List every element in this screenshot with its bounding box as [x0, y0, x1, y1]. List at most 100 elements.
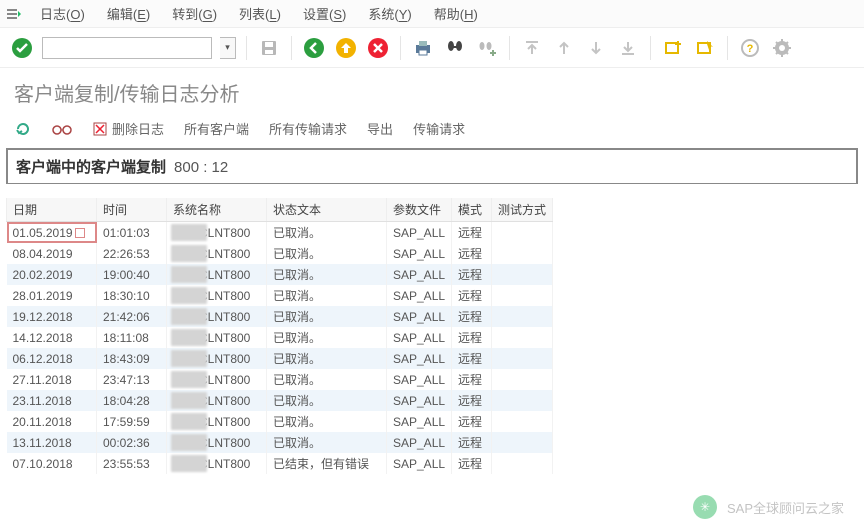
- cell-sysname: CLNT800: [167, 243, 267, 264]
- save-icon[interactable]: [257, 36, 281, 60]
- main-toolbar: ▾ ?: [0, 28, 864, 68]
- cell-date: 06.12.2018: [7, 348, 97, 369]
- cell-date: 20.11.2018: [7, 411, 97, 432]
- cell-test: [492, 348, 553, 369]
- command-history-dropdown[interactable]: ▾: [220, 37, 236, 59]
- cell-mode: 远程: [452, 327, 492, 348]
- cell-mode: 远程: [452, 390, 492, 411]
- print-icon[interactable]: [411, 36, 435, 60]
- glasses-button[interactable]: [52, 121, 72, 137]
- cell-status: 已结束，但有错误: [267, 453, 387, 474]
- refresh-button[interactable]: [14, 120, 32, 138]
- table-row[interactable]: 14.12.201818:11:08CLNT800已取消。SAP_ALL远程: [7, 327, 553, 348]
- export-button[interactable]: 导出: [367, 119, 393, 138]
- cell-date: 23.11.2018: [7, 390, 97, 411]
- col-sysname[interactable]: 系统名称: [167, 198, 267, 222]
- cell-sysname: CLNT800: [167, 285, 267, 306]
- menu-help[interactable]: 帮助(H): [430, 2, 482, 25]
- delete-log-button[interactable]: 删除日志: [92, 119, 164, 138]
- session-menu-icon[interactable]: [6, 6, 22, 22]
- menu-system[interactable]: 系统(Y): [364, 2, 415, 25]
- col-test[interactable]: 测试方式: [492, 198, 553, 222]
- cell-profile: SAP_ALL: [387, 411, 452, 432]
- cell-time: 00:02:36: [97, 432, 167, 453]
- separator: [509, 36, 510, 60]
- cell-test: [492, 306, 553, 327]
- cancel-icon[interactable]: [366, 36, 390, 60]
- enter-icon[interactable]: [10, 36, 34, 60]
- find-next-icon[interactable]: [475, 36, 499, 60]
- cell-date: 28.01.2019: [7, 285, 97, 306]
- table-row[interactable]: 07.10.201823:55:53CLNT800已结束，但有错误SAP_ALL…: [7, 453, 553, 474]
- table-row[interactable]: 19.12.201821:42:06CLNT800已取消。SAP_ALL远程: [7, 306, 553, 327]
- table-row[interactable]: 06.12.201818:43:09CLNT800已取消。SAP_ALL远程: [7, 348, 553, 369]
- cell-sysname: CLNT800: [167, 432, 267, 453]
- col-profile[interactable]: 参数文件: [387, 198, 452, 222]
- menu-list[interactable]: 列表(L): [235, 2, 285, 25]
- cell-profile: SAP_ALL: [387, 390, 452, 411]
- table-row[interactable]: 23.11.201818:04:28CLNT800已取消。SAP_ALL远程: [7, 390, 553, 411]
- table-row[interactable]: 01.05.201901:01:03CLNT800已取消。SAP_ALL远程: [7, 222, 553, 244]
- cell-profile: SAP_ALL: [387, 264, 452, 285]
- all-transports-button[interactable]: 所有传输请求: [269, 119, 347, 138]
- cell-status: 已取消。: [267, 348, 387, 369]
- new-session-icon[interactable]: [661, 36, 685, 60]
- all-clients-button[interactable]: 所有客户端: [184, 119, 249, 138]
- separator: [727, 36, 728, 60]
- cell-mode: 远程: [452, 243, 492, 264]
- cell-sysname: CLNT800: [167, 390, 267, 411]
- cell-test: [492, 369, 553, 390]
- cell-test: [492, 390, 553, 411]
- command-field[interactable]: [42, 37, 212, 59]
- prev-page-icon[interactable]: [552, 36, 576, 60]
- cell-time: 17:59:59: [97, 411, 167, 432]
- col-time[interactable]: 时间: [97, 198, 167, 222]
- cell-date: 14.12.2018: [7, 327, 97, 348]
- section-title: 客户端中的客户端复制: [16, 156, 166, 177]
- col-mode[interactable]: 模式: [452, 198, 492, 222]
- cell-sysname: CLNT800: [167, 348, 267, 369]
- cell-sysname: CLNT800: [167, 369, 267, 390]
- first-page-icon[interactable]: [520, 36, 544, 60]
- table-row[interactable]: 13.11.201800:02:36CLNT800已取消。SAP_ALL远程: [7, 432, 553, 453]
- separator: [246, 36, 247, 60]
- shortcut-icon[interactable]: [693, 36, 717, 60]
- app-toolbar: 删除日志 所有客户端 所有传输请求 导出 传输请求: [0, 115, 864, 148]
- table-row[interactable]: 08.04.201922:26:53CLNT800已取消。SAP_ALL远程: [7, 243, 553, 264]
- next-page-icon[interactable]: [584, 36, 608, 60]
- cell-mode: 远程: [452, 222, 492, 244]
- col-date[interactable]: 日期: [7, 198, 97, 222]
- section-header: 客户端中的客户端复制 800 : 12: [6, 148, 858, 184]
- cell-mode: 远程: [452, 306, 492, 327]
- table-row[interactable]: 20.02.201919:00:40CLNT800已取消。SAP_ALL远程: [7, 264, 553, 285]
- table-row[interactable]: 28.01.201918:30:10CLNT800已取消。SAP_ALL远程: [7, 285, 553, 306]
- cell-time: 19:00:40: [97, 264, 167, 285]
- cell-profile: SAP_ALL: [387, 453, 452, 474]
- menu-goto[interactable]: 转到(G): [168, 2, 221, 25]
- cell-test: [492, 327, 553, 348]
- menu-settings[interactable]: 设置(S): [299, 2, 350, 25]
- cell-test: [492, 411, 553, 432]
- menu-log[interactable]: 日志(O): [36, 2, 89, 25]
- transports-button[interactable]: 传输请求: [413, 119, 465, 138]
- cell-date: 19.12.2018: [7, 306, 97, 327]
- cell-status: 已取消。: [267, 222, 387, 244]
- exit-icon[interactable]: [334, 36, 358, 60]
- find-icon[interactable]: [443, 36, 467, 60]
- cell-mode: 远程: [452, 285, 492, 306]
- table-row[interactable]: 27.11.201823:47:13CLNT800已取消。SAP_ALL远程: [7, 369, 553, 390]
- table-row[interactable]: 20.11.201817:59:59CLNT800已取消。SAP_ALL远程: [7, 411, 553, 432]
- cell-test: [492, 285, 553, 306]
- customize-icon[interactable]: [770, 36, 794, 60]
- cell-time: 23:55:53: [97, 453, 167, 474]
- col-status[interactable]: 状态文本: [267, 198, 387, 222]
- last-page-icon[interactable]: [616, 36, 640, 60]
- cell-date: 08.04.2019: [7, 243, 97, 264]
- cell-time: 18:11:08: [97, 327, 167, 348]
- cell-status: 已取消。: [267, 411, 387, 432]
- menu-bar: 日志(O) 编辑(E) 转到(G) 列表(L) 设置(S) 系统(Y) 帮助(H…: [0, 0, 864, 28]
- menu-edit[interactable]: 编辑(E): [103, 2, 154, 25]
- cell-time: 18:04:28: [97, 390, 167, 411]
- help-icon[interactable]: ?: [738, 36, 762, 60]
- back-icon[interactable]: [302, 36, 326, 60]
